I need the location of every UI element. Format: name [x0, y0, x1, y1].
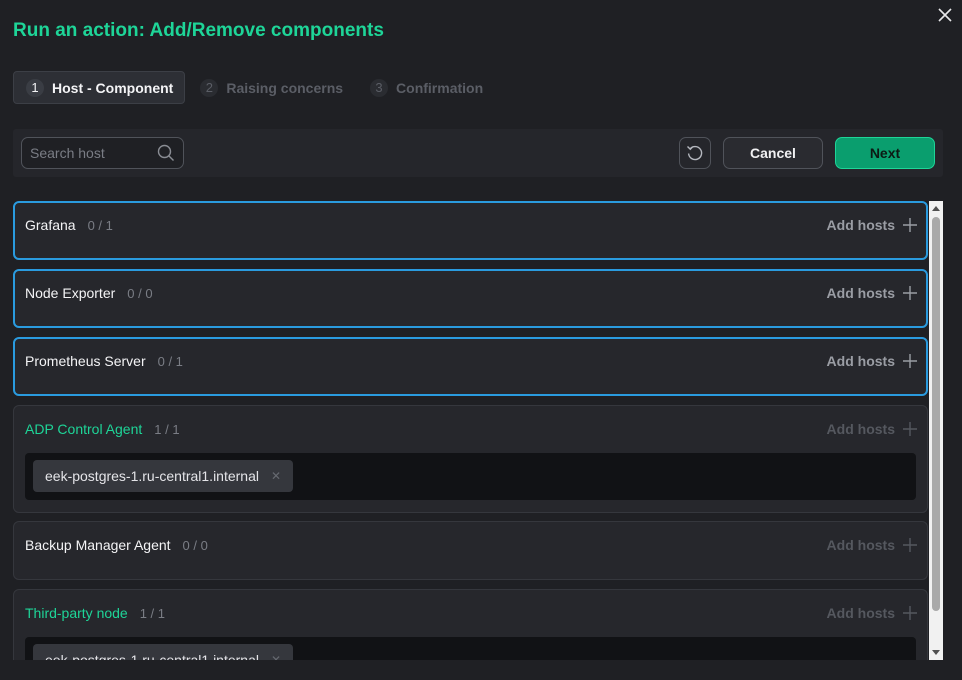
search-box [21, 137, 184, 169]
step-host-component[interactable]: 1 Host - Component [13, 71, 186, 104]
host-chip-label: eek-postgres-1.ru-central1.internal [45, 468, 259, 484]
component-count: 1 / 1 [154, 422, 180, 437]
reset-button[interactable] [679, 137, 711, 169]
search-icon[interactable] [157, 144, 175, 162]
component-card-grafana[interactable]: Grafana 0 / 1 Add hosts [13, 201, 928, 260]
cancel-button[interactable]: Cancel [723, 137, 823, 169]
component-count: 0 / 1 [157, 354, 183, 369]
host-list: eek-postgres-1.ru-central1.internal ✕ [25, 637, 916, 660]
host-list: eek-postgres-1.ru-central1.internal ✕ [25, 453, 916, 500]
remove-host-icon[interactable]: ✕ [271, 469, 281, 483]
component-card-adp-control-agent[interactable]: ADP Control Agent 1 / 1 Add hosts eek-po… [13, 405, 928, 513]
add-hosts-label: Add hosts [826, 217, 895, 233]
step-label: Raising concerns [226, 79, 344, 96]
add-hosts-button[interactable]: Add hosts [827, 285, 917, 301]
component-count: 0 / 0 [127, 286, 153, 301]
add-hosts-label: Add hosts [826, 285, 895, 301]
scroll-down-icon[interactable] [932, 648, 940, 656]
component-name: Prometheus Server [25, 353, 146, 369]
step-confirmation[interactable]: 3 Confirmation [357, 71, 495, 104]
component-name: Grafana [25, 217, 76, 233]
component-name: ADP Control Agent [25, 421, 143, 437]
add-hosts-button[interactable]: Add hosts [827, 217, 917, 233]
component-name: Backup Manager Agent [25, 537, 171, 553]
remove-host-icon[interactable]: ✕ [271, 653, 281, 660]
add-hosts-button[interactable]: Add hosts [827, 421, 917, 437]
host-chip: eek-postgres-1.ru-central1.internal ✕ [33, 644, 294, 660]
search-input[interactable] [30, 145, 150, 161]
add-hosts-button[interactable]: Add hosts [827, 353, 917, 369]
step-label: Confirmation [396, 79, 484, 96]
dialog-title: Run an action: Add/Remove components [13, 20, 384, 41]
plus-icon [903, 218, 917, 232]
component-count: 0 / 0 [182, 538, 208, 553]
stepper: 1 Host - Component 2 Raising concerns 3 … [13, 71, 497, 104]
step-number: 2 [200, 78, 219, 97]
component-card-prometheus-server[interactable]: Prometheus Server 0 / 1 Add hosts [13, 337, 928, 396]
component-count: 1 / 1 [139, 606, 166, 621]
add-hosts-label: Add hosts [826, 353, 895, 369]
component-card-third-party-node[interactable]: Third-party node 1 / 1 Add hosts eek-pos… [13, 589, 928, 660]
host-chip: eek-postgres-1.ru-central1.internal ✕ [33, 460, 294, 492]
host-chip-label: eek-postgres-1.ru-central1.internal [45, 652, 259, 660]
add-hosts-button[interactable]: Add hosts [827, 605, 917, 621]
close-icon [938, 8, 952, 22]
component-card-node-exporter[interactable]: Node Exporter 0 / 0 Add hosts [13, 269, 928, 328]
scroll-up-icon[interactable] [932, 205, 940, 213]
plus-icon [903, 354, 917, 368]
add-hosts-label: Add hosts [826, 421, 895, 437]
next-button[interactable]: Next [835, 137, 935, 169]
plus-icon [903, 286, 917, 300]
add-hosts-button[interactable]: Add hosts [827, 537, 917, 553]
step-raising-concerns[interactable]: 2 Raising concerns [187, 71, 355, 104]
toolbar: Cancel Next [13, 129, 943, 177]
close-button[interactable] [934, 4, 956, 26]
add-hosts-label: Add hosts [826, 605, 895, 621]
component-card-backup-manager-agent[interactable]: Backup Manager Agent 0 / 0 Add hosts [13, 521, 928, 580]
plus-icon [903, 422, 917, 436]
reset-icon [687, 145, 703, 161]
component-name: Third-party node [25, 605, 128, 621]
component-count: 0 / 1 [87, 218, 113, 233]
step-number: 3 [370, 78, 389, 97]
scrollbar[interactable] [929, 201, 943, 660]
component-name: Node Exporter [25, 285, 116, 301]
plus-icon [903, 538, 917, 552]
plus-icon [903, 606, 917, 620]
scroll-thumb[interactable] [932, 217, 940, 611]
step-label: Host - Component [52, 79, 174, 96]
step-number: 1 [26, 78, 44, 97]
add-hosts-label: Add hosts [826, 537, 895, 553]
component-list: Grafana 0 / 1 Add hosts Node Exporter 0 … [13, 201, 929, 660]
